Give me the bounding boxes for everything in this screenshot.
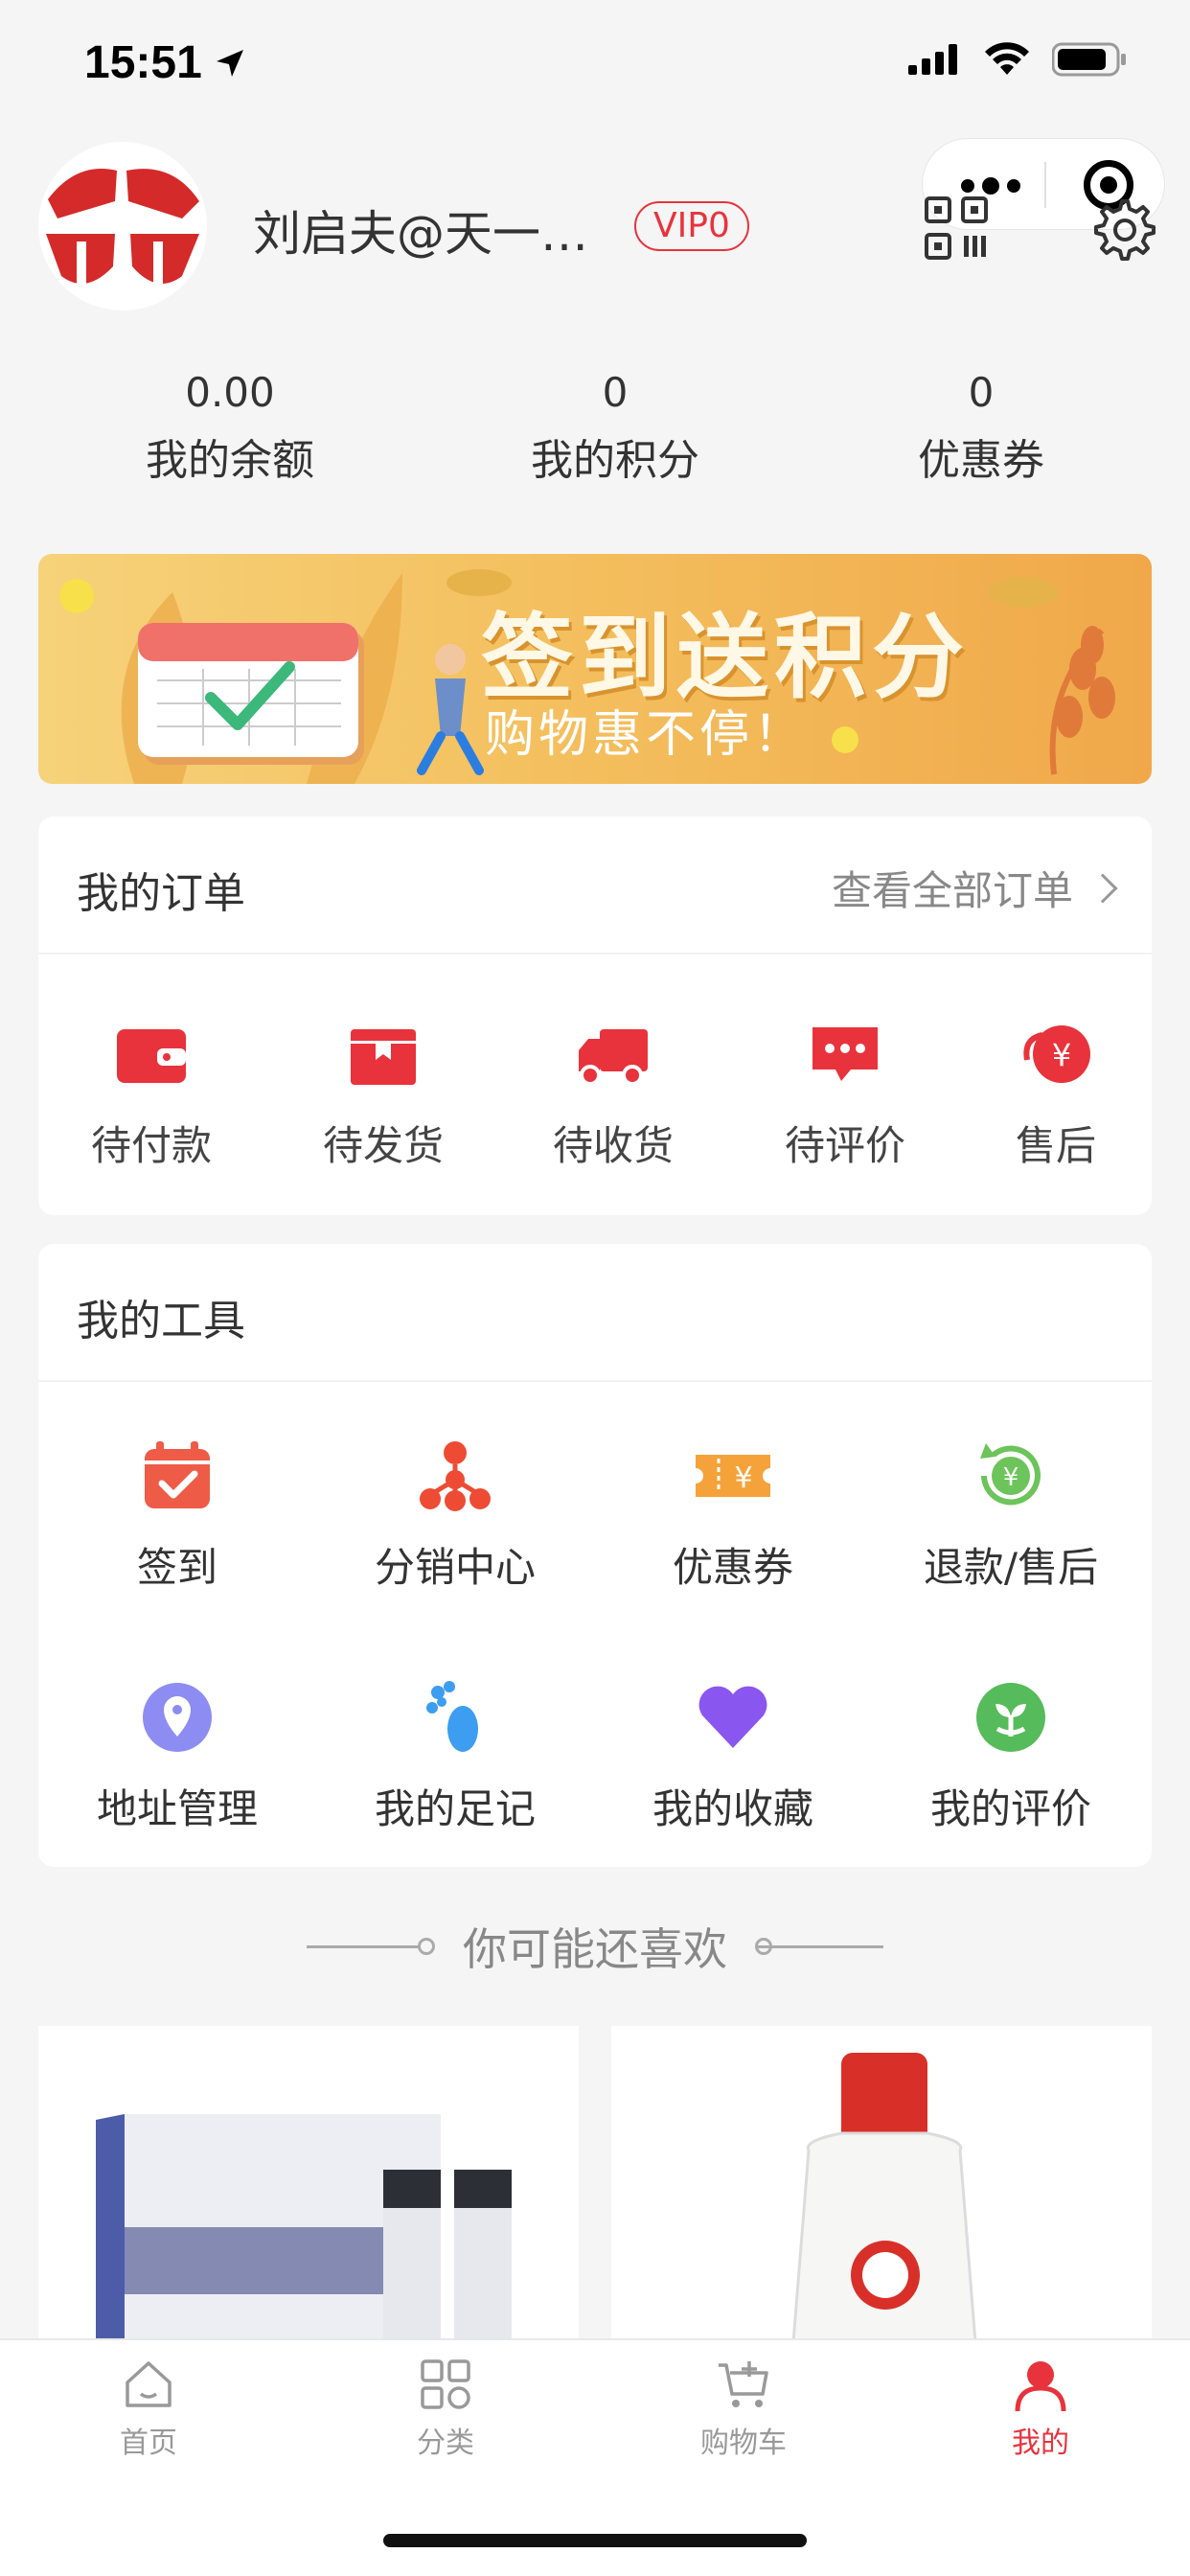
status-bar: 15:51 xyxy=(0,0,1190,126)
orders-card: 我的订单 查看全部订单 待付款 待发货 待收货 待评价 ¥ 售后 xyxy=(38,816,1152,1215)
qr-code-icon[interactable] xyxy=(924,196,989,261)
tool-label: 我的评价 xyxy=(929,1785,1091,1832)
chevron-right-icon xyxy=(1087,872,1118,904)
divider-line-right xyxy=(757,1945,883,1948)
view-all-orders-link[interactable]: 查看全部订单 xyxy=(831,859,1118,917)
tool-label: 签到 xyxy=(136,1544,217,1591)
tool-label: 我的足记 xyxy=(374,1785,536,1832)
stat-value: 0.00 xyxy=(185,369,275,416)
stat-balance[interactable]: 0.00 我的余额 xyxy=(86,364,374,494)
package-icon xyxy=(351,1029,416,1085)
stat-label: 我的积分 xyxy=(531,436,699,485)
order-pending-payment[interactable]: 待付款 xyxy=(56,1022,247,1172)
tab-label: 分类 xyxy=(417,2426,474,2460)
tab-mine[interactable]: 我的 xyxy=(954,2356,1127,2461)
order-label: 售后 xyxy=(1015,1122,1096,1169)
refund-icon: ¥ xyxy=(1023,1025,1090,1083)
tool-refund-after-sale[interactable]: ¥ 退款/售后 xyxy=(872,1438,1150,1594)
orders-header: 我的订单 查看全部订单 xyxy=(38,816,1152,954)
home-indicator[interactable] xyxy=(383,2534,807,2547)
order-label: 待收货 xyxy=(552,1122,674,1169)
product-image xyxy=(611,2026,1152,2342)
tools-grid: 签到 分销中心 ¥ 优惠券 ¥ 退款/售后 地址管理 我的足记 我的收藏 我的评… xyxy=(38,1382,1152,1871)
avatar[interactable] xyxy=(38,142,207,310)
recommend-title: 你可能还喜欢 xyxy=(463,1923,727,1975)
tab-label: 我的 xyxy=(1012,2426,1069,2460)
tab-category[interactable]: 分类 xyxy=(359,2356,532,2461)
tool-checkin[interactable]: 签到 xyxy=(38,1438,316,1594)
order-pending-receipt[interactable]: 待收货 xyxy=(517,1022,709,1172)
stat-value: 0 xyxy=(602,369,629,416)
category-icon xyxy=(421,2359,470,2409)
stat-coupons[interactable]: 0 优惠券 xyxy=(837,364,1125,494)
svg-text:¥: ¥ xyxy=(1003,1463,1019,1492)
calendar-check-icon xyxy=(145,1441,210,1508)
status-time: 15:51 xyxy=(84,37,202,88)
chat-icon xyxy=(812,1027,878,1081)
tool-label: 退款/售后 xyxy=(923,1544,1099,1591)
orders-title: 我的订单 xyxy=(77,869,245,918)
battery-icon xyxy=(1052,42,1126,77)
tool-distribution-center[interactable]: 分销中心 xyxy=(316,1438,594,1594)
coupon-icon: ¥ xyxy=(696,1455,770,1497)
user-icon xyxy=(1015,2361,1066,2412)
tool-label: 分销中心 xyxy=(374,1544,536,1591)
order-status-row: 待付款 待发货 待收货 待评价 ¥ 售后 xyxy=(38,954,1152,1215)
tools-card: 我的工具 签到 分销中心 ¥ 优惠券 ¥ 退款/售后 地址管理 我的足记 我的收… xyxy=(38,1244,1152,1867)
tool-address-management[interactable]: 地址管理 xyxy=(38,1679,316,1835)
stat-points[interactable]: 0 我的积分 xyxy=(471,364,759,494)
account-stats: 0.00 我的余额 0 我的积分 0 优惠券 xyxy=(0,364,1190,508)
order-after-sale[interactable]: ¥ 售后 xyxy=(960,1022,1152,1172)
stat-label: 我的余额 xyxy=(146,436,314,485)
product-card[interactable] xyxy=(611,2026,1152,2342)
view-all-orders-label: 查看全部订单 xyxy=(831,867,1073,914)
brand-logo-icon xyxy=(38,142,207,310)
order-pending-review[interactable]: 待评价 xyxy=(749,1022,941,1172)
stat-label: 优惠券 xyxy=(918,436,1044,485)
tool-favorites[interactable]: 我的收藏 xyxy=(594,1679,872,1835)
order-pending-shipment[interactable]: 待发货 xyxy=(287,1022,479,1172)
tab-label: 购物车 xyxy=(700,2426,787,2460)
stat-value: 0 xyxy=(968,369,995,416)
order-label: 待发货 xyxy=(322,1122,444,1169)
location-pin-icon xyxy=(143,1683,212,1752)
capsule-divider xyxy=(1044,162,1046,208)
product-image xyxy=(38,2026,579,2342)
tool-label: 优惠券 xyxy=(672,1544,793,1591)
tab-home[interactable]: 首页 xyxy=(62,2356,235,2461)
wallet-icon xyxy=(117,1029,186,1083)
order-label: 待评价 xyxy=(784,1122,905,1169)
profile-header: 刘启夫@天一… VIP0 xyxy=(0,126,1190,356)
tools-title: 我的工具 xyxy=(77,1297,245,1346)
cellular-signal-icon xyxy=(908,44,957,75)
username: 刘启夫@天一… xyxy=(253,206,588,262)
tab-label: 首页 xyxy=(120,2426,177,2460)
heart-icon xyxy=(698,1686,767,1748)
location-arrow-icon xyxy=(217,50,243,77)
truck-icon xyxy=(579,1029,648,1086)
network-icon xyxy=(420,1441,491,1511)
tool-coupons[interactable]: ¥ 优惠券 xyxy=(594,1438,872,1594)
vip-badge: VIP0 xyxy=(634,201,749,251)
tool-footprints[interactable]: 我的足记 xyxy=(316,1679,594,1835)
cart-icon xyxy=(719,2361,768,2407)
refund-cycle-icon: ¥ xyxy=(980,1443,1041,1506)
product-card[interactable] xyxy=(38,2026,579,2342)
tab-cart[interactable]: 购物车 xyxy=(657,2356,830,2461)
sprout-icon xyxy=(976,1683,1045,1752)
checkin-banner[interactable]: 签到送积分 购物惠不停！ xyxy=(38,554,1152,784)
svg-text:¥: ¥ xyxy=(734,1461,752,1495)
tools-header: 我的工具 xyxy=(38,1244,1152,1382)
order-label: 待付款 xyxy=(90,1122,212,1169)
home-icon xyxy=(126,2361,172,2407)
footprint-icon xyxy=(426,1681,478,1752)
gear-icon[interactable] xyxy=(1088,196,1156,263)
tool-my-reviews[interactable]: 我的评价 xyxy=(872,1679,1150,1835)
tool-label: 地址管理 xyxy=(96,1785,258,1832)
svg-text:¥: ¥ xyxy=(1052,1037,1071,1073)
banner-subtitle: 购物惠不停！ xyxy=(485,706,808,764)
more-icon[interactable] xyxy=(961,177,1020,195)
tool-label: 我的收藏 xyxy=(652,1785,813,1832)
wifi-icon xyxy=(985,42,1029,75)
